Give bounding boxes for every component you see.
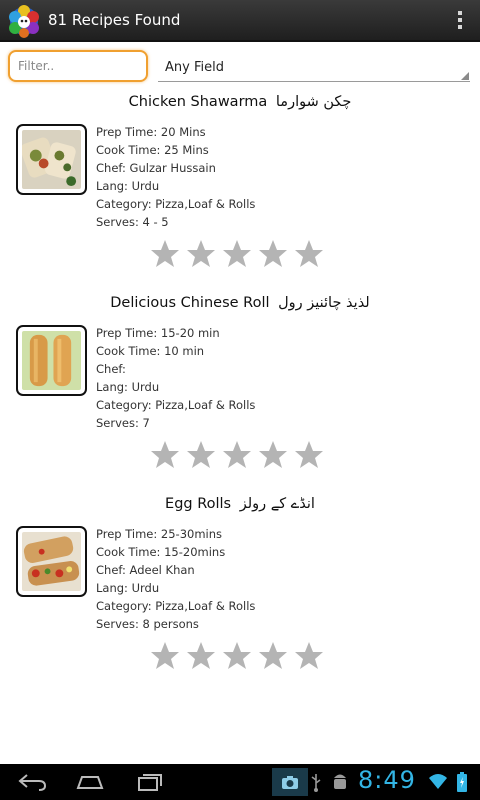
recipe-details: Prep Time: 25-30mins Cook Time: 15-20min…	[96, 526, 255, 634]
serves: Serves: 8 persons	[96, 617, 199, 631]
serves: Serves: 4 - 5	[96, 215, 169, 229]
star-icon[interactable]	[150, 239, 180, 269]
back-icon[interactable]	[12, 768, 52, 796]
app-logo-icon[interactable]	[4, 0, 44, 40]
chef: Chef: Adeel Khan	[96, 563, 195, 577]
language: Lang: Urdu	[96, 581, 160, 595]
rating-bar[interactable]	[150, 440, 324, 470]
recipe-list-screen: 81 Recipes Found Any Field Chicken Shawa…	[0, 0, 480, 800]
language: Lang: Urdu	[96, 179, 160, 193]
recipe-title-ur: لذیذ چائنیز رول	[278, 295, 370, 311]
star-icon[interactable]	[258, 641, 288, 671]
recipe-thumbnail[interactable]	[16, 325, 87, 396]
chef: Chef: Gulzar Hussain	[96, 161, 216, 175]
field-selector-spinner[interactable]: Any Field	[158, 54, 470, 82]
prep-time: Prep Time: 15-20 min	[96, 326, 220, 340]
system-nav-bar: 8:49	[0, 764, 480, 800]
action-bar: 81 Recipes Found	[0, 0, 480, 42]
clock: 8:49	[358, 766, 416, 794]
egg-roll-photo	[22, 532, 81, 591]
recipe-thumbnail[interactable]	[16, 526, 87, 597]
language: Lang: Urdu	[96, 380, 160, 394]
category: Category: Pizza,Loaf & Rolls	[96, 197, 256, 211]
recipe-title-en: Delicious Chinese Roll	[110, 295, 270, 311]
overflow-menu-icon[interactable]	[440, 0, 480, 41]
star-icon[interactable]	[186, 641, 216, 671]
star-icon[interactable]	[294, 641, 324, 671]
battery-icon	[448, 768, 476, 796]
recipe-details: Prep Time: 20 Mins Cook Time: 25 Mins Ch…	[96, 124, 255, 232]
prep-time: Prep Time: 20 Mins	[96, 125, 206, 139]
cook-time: Cook Time: 25 Mins	[96, 143, 209, 157]
rating-bar[interactable]	[150, 641, 324, 671]
recipe-title-ur: چکن شوارما	[275, 94, 352, 110]
field-selector-value: Any Field	[165, 60, 224, 75]
star-icon[interactable]	[186, 440, 216, 470]
android-debug-icon	[326, 768, 354, 796]
star-icon[interactable]	[150, 641, 180, 671]
star-icon[interactable]	[150, 440, 180, 470]
spinner-arrow-icon	[461, 72, 469, 80]
recipe-title: Delicious Chinese Roll لذیذ چائنیز رول	[0, 295, 480, 311]
star-icon[interactable]	[258, 440, 288, 470]
rating-bar[interactable]	[150, 239, 324, 269]
app-title: 81 Recipes Found	[48, 11, 181, 29]
cook-time: Cook Time: 15-20mins	[96, 545, 226, 559]
recipe-title-en: Egg Rolls	[165, 496, 232, 512]
serves: Serves: 7	[96, 416, 150, 430]
chinese-roll-photo	[22, 331, 81, 390]
prep-time: Prep Time: 25-30mins	[96, 527, 223, 541]
recipe-thumbnail[interactable]	[16, 124, 87, 195]
category: Category: Pizza,Loaf & Rolls	[96, 599, 256, 613]
recipe-title-ur: انڈے کے رولز	[239, 496, 315, 512]
recipe-title: Egg Rolls انڈے کے رولز	[0, 496, 480, 512]
star-icon[interactable]	[222, 440, 252, 470]
cook-time: Cook Time: 10 min	[96, 344, 205, 358]
recipe-title: Chicken Shawarma چکن شوارما	[0, 94, 480, 110]
star-icon[interactable]	[294, 440, 324, 470]
star-icon[interactable]	[222, 641, 252, 671]
recent-apps-icon[interactable]	[130, 768, 170, 796]
recipe-title-en: Chicken Shawarma	[128, 94, 268, 110]
recipe-details: Prep Time: 15-20 min Cook Time: 10 min C…	[96, 325, 255, 433]
star-icon[interactable]	[294, 239, 324, 269]
home-icon[interactable]	[70, 768, 110, 796]
star-icon[interactable]	[258, 239, 288, 269]
filter-input[interactable]	[8, 50, 148, 82]
category: Category: Pizza,Loaf & Rolls	[96, 398, 256, 412]
chef: Chef:	[96, 362, 126, 376]
star-icon[interactable]	[222, 239, 252, 269]
filter-row: Any Field	[8, 50, 472, 82]
shawarma-photo	[22, 130, 81, 189]
star-icon[interactable]	[186, 239, 216, 269]
